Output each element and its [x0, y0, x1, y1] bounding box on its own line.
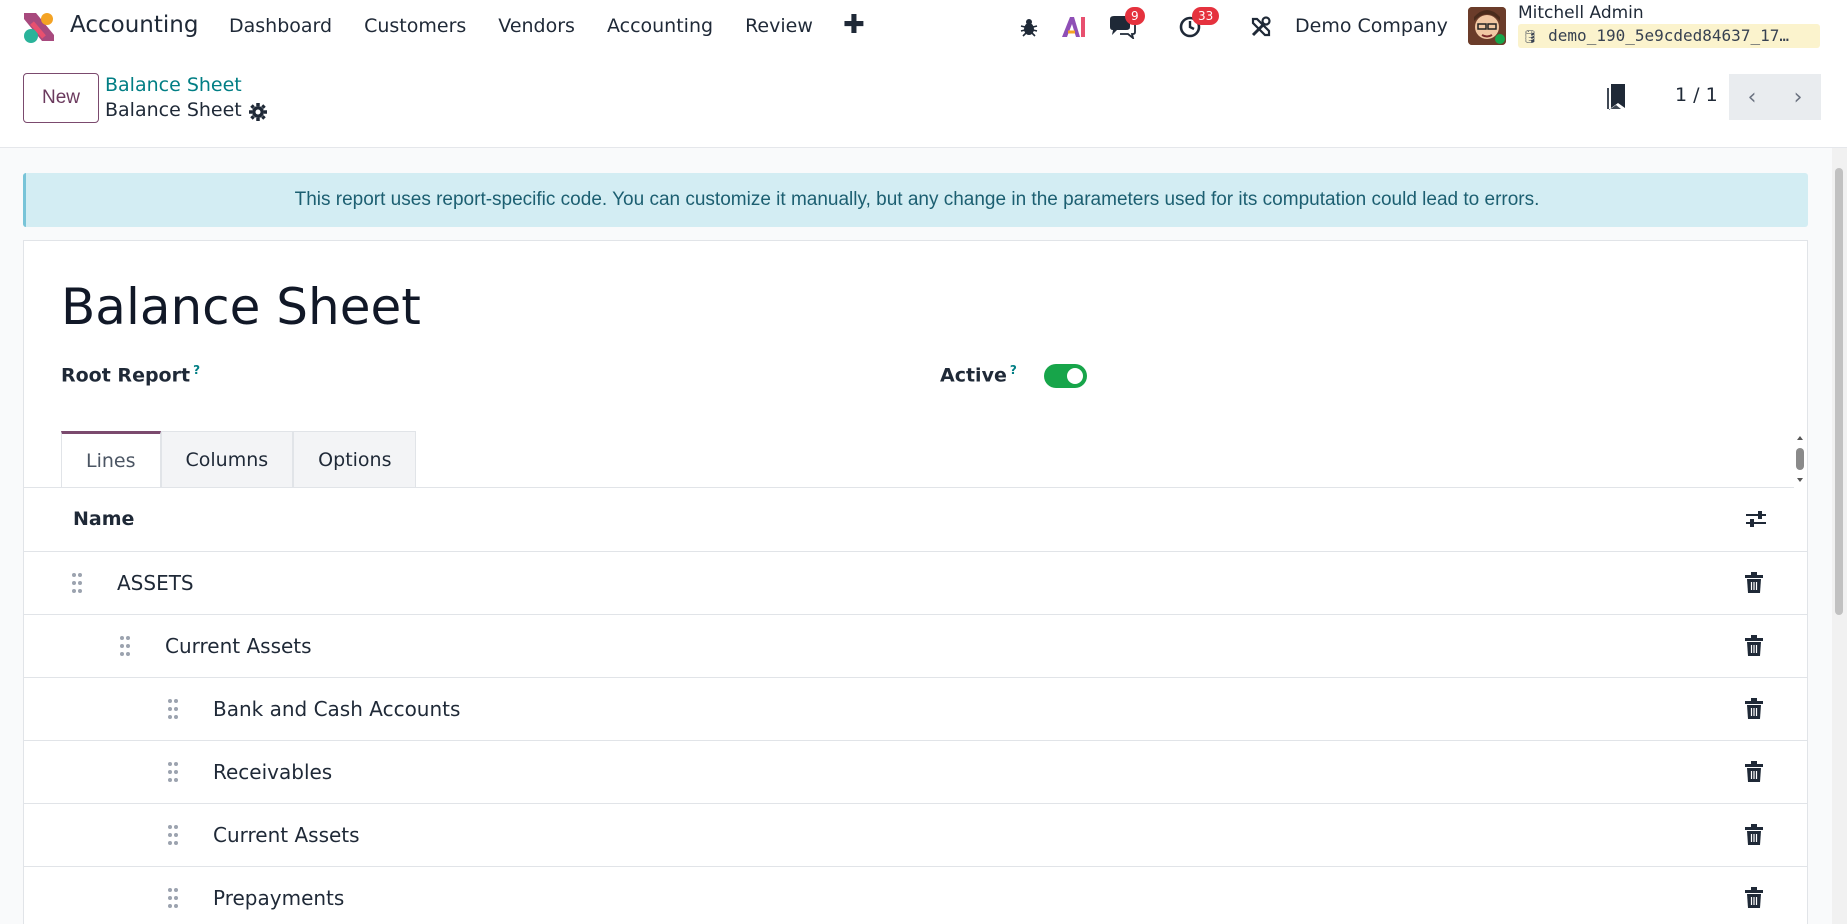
active-label: Active — [940, 364, 1007, 387]
drag-handle-icon[interactable] — [167, 824, 179, 846]
bug-icon[interactable] — [1015, 13, 1043, 41]
menu-item-accounting[interactable]: Accounting — [607, 15, 713, 37]
user-name[interactable]: Mitchell Admin — [1518, 3, 1644, 23]
top-navbar: Accounting Dashboard Customers Vendors A… — [0, 0, 1847, 54]
tab-columns[interactable]: Columns — [160, 431, 294, 488]
trash-delete-icon[interactable] — [1744, 698, 1764, 724]
trash-delete-icon[interactable] — [1744, 887, 1764, 913]
chevron-right-icon: › — [1793, 84, 1803, 110]
menu-item-dashboard[interactable]: Dashboard — [229, 15, 332, 37]
messages-count-badge: 9 — [1125, 7, 1145, 25]
chevron-left-icon: ‹ — [1747, 84, 1757, 110]
line-name-cell[interactable]: Prepayments — [213, 886, 344, 910]
user-avatar[interactable] — [1468, 7, 1506, 45]
form-sheet: Balance Sheet Root Report? Active? Lines… — [23, 240, 1808, 924]
messages-chat-icon[interactable]: 9 — [1108, 7, 1145, 41]
lines-table-header: Name — [24, 488, 1807, 552]
pager-previous-button[interactable]: ‹ — [1729, 74, 1775, 120]
page-scrollbar[interactable] — [1832, 148, 1847, 924]
page-scrollbar-thumb[interactable] — [1835, 168, 1843, 615]
tab-lines[interactable]: Lines — [61, 431, 161, 488]
report-specific-code-alert: This report uses report-specific code. Y… — [23, 173, 1808, 227]
root-report-label: Root Report — [61, 364, 191, 387]
add-menu-plus-icon[interactable]: ✚ — [843, 10, 865, 40]
breadcrumb-current: Balance Sheet — [105, 99, 242, 121]
pager-value[interactable]: 1 / 1 — [1675, 84, 1718, 106]
accounting-app-logo-icon[interactable] — [22, 11, 56, 43]
menu-item-review[interactable]: Review — [745, 15, 813, 37]
line-name-cell[interactable]: ASSETS — [117, 571, 194, 595]
drag-handle-icon[interactable] — [119, 635, 131, 657]
table-row[interactable]: ASSETS — [24, 552, 1807, 615]
table-row[interactable]: Prepayments — [24, 867, 1807, 924]
drag-handle-icon[interactable] — [167, 887, 179, 909]
app-name[interactable]: Accounting — [70, 12, 198, 38]
control-panel: New Balance Sheet Balance Sheet 1 / 1 ‹ … — [0, 54, 1847, 148]
tab-columns-label: Columns — [185, 449, 269, 471]
new-button[interactable]: New — [23, 73, 99, 123]
line-name-cell[interactable]: Current Assets — [165, 634, 312, 658]
menu-item-customers[interactable]: Customers — [364, 15, 466, 37]
bookmark-icon[interactable] — [1605, 82, 1629, 116]
pager-next-button[interactable]: › — [1775, 74, 1821, 120]
root-report-field: Root Report? — [61, 363, 200, 386]
activities-clock-icon[interactable]: 33 — [1176, 7, 1220, 41]
line-name-cell[interactable]: Receivables — [213, 760, 332, 784]
database-icon: 🛢 — [1522, 30, 1539, 45]
database-name: 🛢 demo_190_5e9cded84637_17… — [1518, 24, 1820, 48]
table-row[interactable]: Receivables — [24, 741, 1807, 804]
trash-delete-icon[interactable] — [1744, 635, 1764, 661]
ai-icon[interactable] — [1060, 13, 1088, 41]
active-field: Active? — [940, 363, 1017, 386]
notebook-tabs: Lines Columns Options — [61, 431, 417, 488]
breadcrumb-parent-link[interactable]: Balance Sheet — [105, 74, 242, 96]
optional-columns-sliders-icon[interactable] — [1744, 507, 1768, 535]
main-menu: Dashboard Customers Vendors Accounting R… — [229, 15, 845, 37]
active-help-icon[interactable]: ? — [1010, 363, 1017, 377]
tab-options[interactable]: Options — [293, 431, 417, 488]
active-toggle[interactable] — [1044, 364, 1087, 388]
gear-actions-icon[interactable] — [248, 99, 268, 127]
table-row[interactable]: Bank and Cash Accounts — [24, 678, 1807, 741]
tools-settings-icon[interactable] — [1247, 13, 1275, 41]
report-title[interactable]: Balance Sheet — [61, 278, 421, 336]
trash-delete-icon[interactable] — [1744, 572, 1764, 598]
drag-handle-icon[interactable] — [71, 572, 83, 594]
activities-count-badge: 33 — [1192, 7, 1220, 25]
column-header-name[interactable]: Name — [73, 508, 134, 530]
tab-options-label: Options — [318, 449, 392, 471]
database-label: demo_190_5e9cded84637_17… — [1548, 26, 1789, 45]
table-row[interactable]: Current Assets — [24, 615, 1807, 678]
line-name-cell[interactable]: Bank and Cash Accounts — [213, 697, 460, 721]
company-switcher[interactable]: Demo Company — [1295, 15, 1448, 37]
tab-lines-label: Lines — [86, 450, 136, 472]
line-name-cell[interactable]: Current Assets — [213, 823, 360, 847]
menu-item-vendors[interactable]: Vendors — [498, 15, 575, 37]
root-report-help-icon[interactable]: ? — [193, 363, 200, 377]
trash-delete-icon[interactable] — [1744, 761, 1764, 787]
trash-delete-icon[interactable] — [1744, 824, 1764, 850]
table-row[interactable]: Current Assets — [24, 804, 1807, 867]
drag-handle-icon[interactable] — [167, 698, 179, 720]
alert-text: This report uses report-specific code. Y… — [294, 189, 1540, 210]
drag-handle-icon[interactable] — [167, 761, 179, 783]
tabs-scrollbar[interactable] — [1794, 434, 1806, 486]
